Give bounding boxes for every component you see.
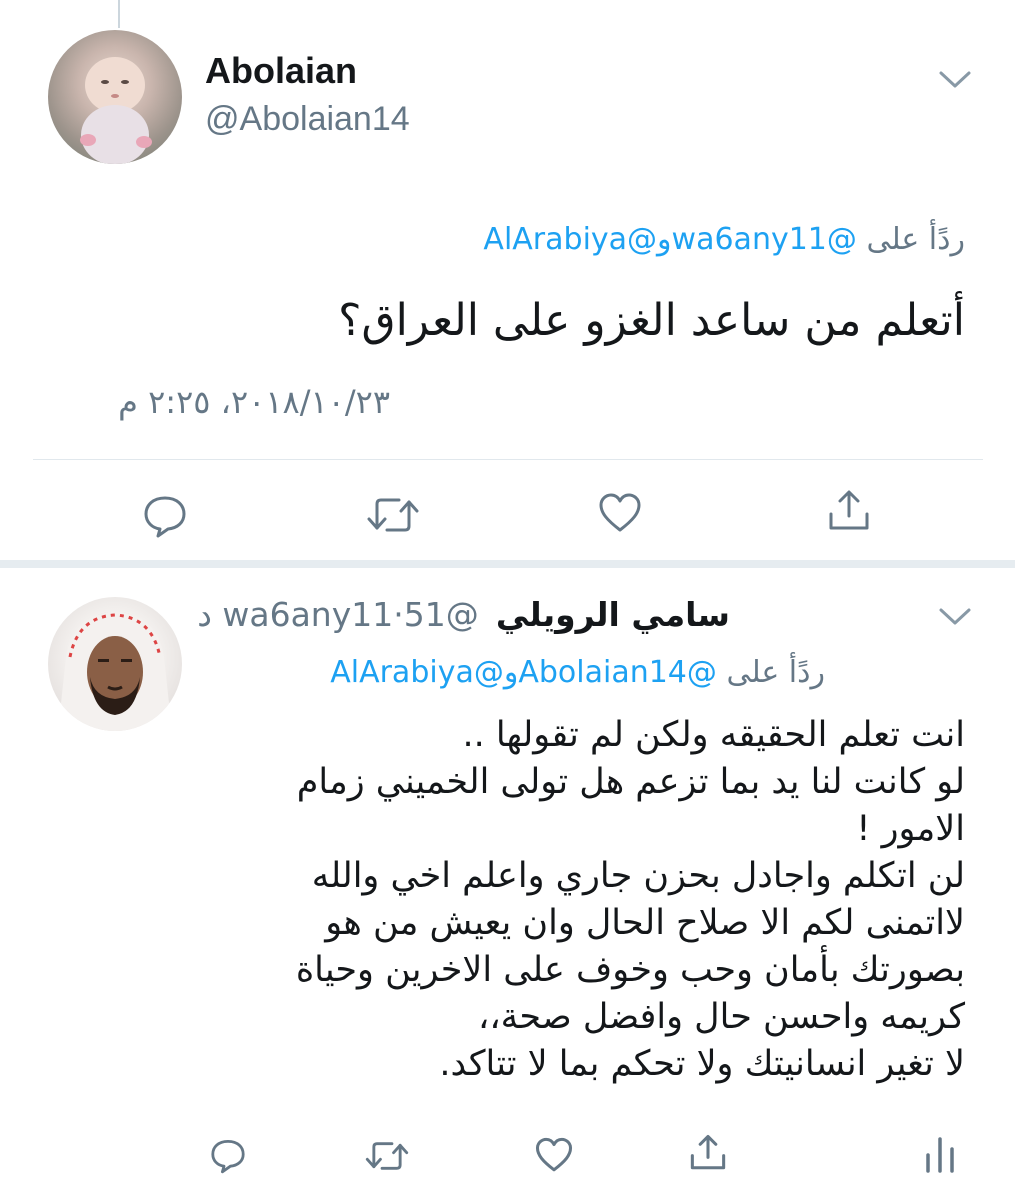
profile-photo — [58, 611, 172, 731]
chevron-down-icon[interactable] — [935, 66, 975, 92]
retweet-icon[interactable] — [365, 492, 421, 538]
mention-link[interactable]: @wa6any11 — [672, 222, 857, 257]
text-line: لا تغير انسانيتك ولا تحكم بما لا تتاكد. — [439, 1044, 965, 1084]
text-line: بصورتك بأمان وحب وخوف على الاخرين وحياة — [295, 950, 965, 990]
reply-prefix: ردًأ على — [866, 222, 965, 257]
chevron-down-icon[interactable] — [935, 603, 975, 629]
retweet-icon[interactable] — [364, 1137, 410, 1175]
reply-icon[interactable] — [208, 1135, 248, 1175]
section-separator — [0, 560, 1015, 568]
dot-separator: · — [393, 595, 404, 634]
avatar[interactable] — [48, 30, 182, 164]
tweet-header: سامي الرويلي @wa6any11·51 د — [197, 595, 730, 634]
tweet-text: انت تعلم الحقيقه ولكن لم تقولها .. لو كا… — [175, 712, 965, 1088]
timestamp[interactable]: ٢٠١٨/١٠/٢٣، ٢:٢٥ م — [118, 383, 390, 421]
text-line: لو كانت لنا يد بما تزعم هل تولى الخميني … — [296, 762, 965, 802]
text-line: انت تعلم الحقيقه ولكن لم تقولها .. — [462, 715, 965, 755]
share-icon[interactable] — [826, 488, 872, 534]
display-name[interactable]: سامي الرويلي — [496, 595, 730, 634]
mention-link[interactable]: @AlArabiya — [483, 222, 657, 257]
user-handle[interactable]: @Abolaian14 — [205, 100, 410, 139]
thread-line — [118, 0, 120, 28]
reply-icon[interactable] — [140, 490, 190, 540]
analytics-icon[interactable] — [920, 1133, 960, 1175]
like-icon[interactable] — [597, 490, 643, 536]
like-icon[interactable] — [534, 1135, 574, 1175]
display-name[interactable]: Abolaian — [205, 50, 357, 92]
reply-prefix: ردًأ على — [726, 655, 825, 690]
reply-conj: و — [503, 655, 519, 690]
mention-link[interactable]: @Abolaian14 — [518, 655, 717, 690]
tweet-text: أتعلم من ساعد الغزو على العراق؟ — [338, 295, 965, 346]
reply-conj: و — [657, 222, 672, 257]
replying-to: ردًأ على @Abolaian14و@AlArabiya — [330, 655, 825, 690]
avatar[interactable] — [48, 597, 182, 731]
share-icon[interactable] — [688, 1133, 728, 1173]
text-line: لن اتكلم واجادل بحزن جاري واعلم اخي والل… — [311, 856, 965, 896]
divider — [33, 459, 983, 460]
replying-to: ردًأ على @wa6any11و@AlArabiya — [483, 222, 965, 257]
text-line: الامور ! — [856, 809, 965, 849]
mention-link[interactable]: @AlArabiya — [330, 655, 504, 690]
text-line: لااتمنى لكم الا صلاح الحال وان يعيش من ه… — [325, 903, 965, 943]
baby-photo — [80, 57, 152, 164]
text-line: كريمه واحسن حال وافضل صحة،، — [478, 997, 965, 1037]
